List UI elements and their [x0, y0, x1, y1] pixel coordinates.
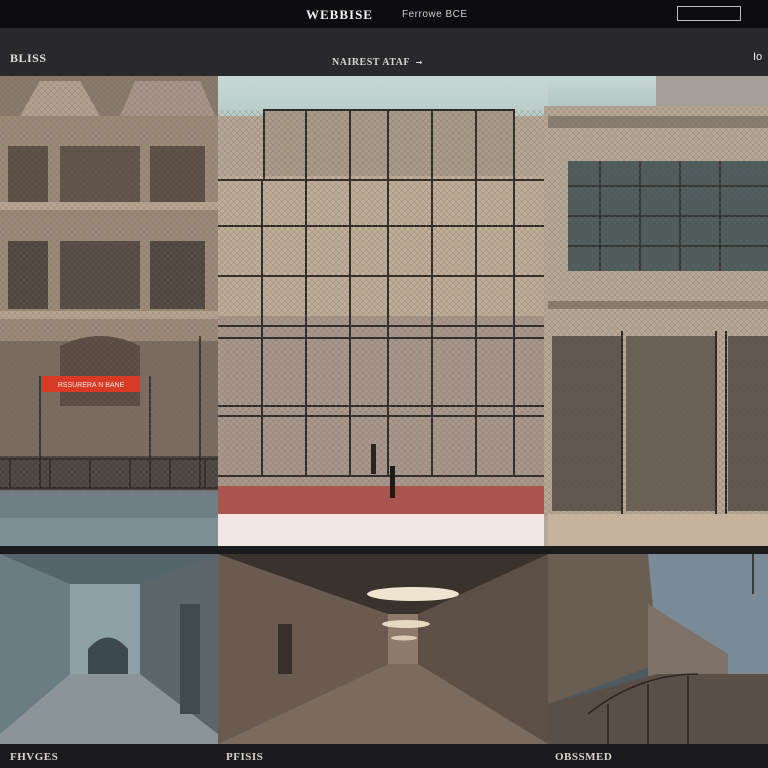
gallery-image [0, 554, 218, 744]
hero-illustration: RSSURERA N BANE [0, 76, 768, 546]
site-brand[interactable]: WEBBISE [306, 7, 373, 23]
right-building [544, 76, 768, 546]
corner-menu-button[interactable]: Io [753, 51, 762, 63]
gallery-caption[interactable]: OBSSMED [555, 751, 612, 763]
red-sign-text: RSSURERA N BANE [58, 382, 125, 389]
left-building [0, 76, 218, 546]
section-divider [0, 546, 768, 554]
gallery-image [218, 554, 548, 744]
gallery-caption[interactable]: PFISIS [226, 751, 263, 763]
gallery-item[interactable] [548, 554, 768, 744]
ceiling-light [382, 620, 430, 628]
nav-link[interactable]: NAIREST ATAF → [332, 57, 423, 68]
gallery-image [548, 554, 768, 744]
person-figure [390, 466, 395, 498]
site-tagline: Ferrowe BCE [402, 9, 468, 20]
search-input[interactable] [677, 6, 741, 21]
hero-image: RSSURERA N BANE [0, 76, 768, 546]
caption-bar [0, 744, 768, 768]
ceiling-light [391, 635, 417, 641]
site-logo[interactable]: BLISS [10, 51, 47, 66]
gallery-item[interactable] [0, 554, 218, 744]
chevron-right-icon: → [415, 58, 423, 67]
ceiling-light [367, 587, 459, 601]
sub-nav-bar [0, 28, 768, 76]
nav-link-label: NAIREST ATAF [332, 57, 410, 68]
top-bar [0, 0, 768, 28]
gallery-item[interactable] [218, 554, 548, 744]
gallery-caption[interactable]: FHVGES [10, 751, 58, 763]
person-figure [371, 444, 376, 474]
center-building [218, 109, 549, 546]
